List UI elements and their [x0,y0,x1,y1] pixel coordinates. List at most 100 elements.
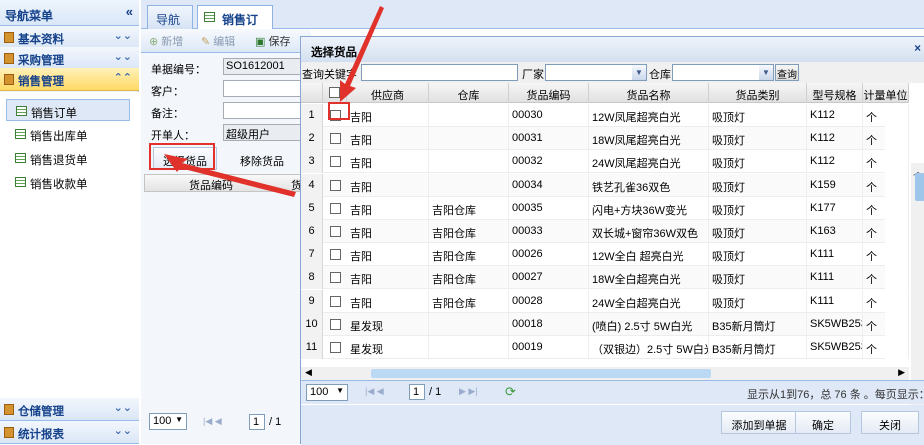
next-page-icon[interactable]: ▶ ▶| [459,386,478,397]
page-size-select[interactable]: 100 ▼ [306,384,348,401]
scroll-thumb[interactable] [915,173,924,201]
add-button[interactable]: ⊕ 新增 [149,33,183,49]
nav-section-purchase[interactable]: 采购管理 ⌄⌄ [0,47,139,70]
column-header[interactable]: 货品名称 [589,83,709,103]
first-page-icon[interactable]: |◀ ◀ [203,416,222,427]
vertical-scrollbar[interactable]: ︿﹀ [911,163,924,411]
table-row[interactable]: 9 吉阳 吉阳仓库 00028 24W全白超亮白光 吸顶灯 K111 个 [301,289,909,313]
row-checkbox[interactable] [330,272,341,284]
table-cell: 00019 [509,336,589,359]
column-header[interactable]: 型号规格 [807,83,863,103]
column-header[interactable]: 货品类别 [709,83,807,103]
column-header[interactable]: 计量单位 [863,83,909,103]
page-input[interactable]: 1 [409,384,425,400]
table-row[interactable]: 5 吉阳 吉阳仓库 00035 闪电+方块36W变光 吸顶灯 K177 个 [301,196,909,220]
table-row[interactable]: 11 星发现 00019（双银边）2.5寸 5W白光B35新月筒灯SK5WB2535… [301,336,909,359]
row-checkbox[interactable] [330,318,341,330]
table-cell: 吸顶灯 [709,220,807,243]
tab-sales-order[interactable]: 销售订单 × [197,5,273,44]
table-row[interactable]: 6 吉阳 吉阳仓库 00033 双长城+窗帘36W双色 吸顶灯 K163 个 [301,220,909,243]
table-icon [15,129,26,139]
collapse-section-icon[interactable]: ⌃⌃ [114,71,132,84]
add-to-order-button[interactable]: 添加到单据 [721,411,797,434]
row-checkbox[interactable] [330,179,341,191]
table-cell: 星发现 [347,312,429,336]
row-number: 9 [301,289,323,313]
row-checkbox[interactable] [330,133,341,145]
table-row[interactable]: 7 吉阳 吉阳仓库 00026 12W全白 超亮白光 吸顶灯 K111 个 [301,243,909,267]
table-cell: 吉阳 [347,173,429,197]
table-cell: 双长城+窗帘36W双色 [589,220,709,243]
row-checkbox[interactable] [330,249,341,261]
form-page-input[interactable]: 1 [249,414,265,430]
expand-icon[interactable]: ⌄⌄ [114,50,132,63]
table-cell: 吉阳 [347,127,429,151]
refresh-icon[interactable]: ⟳ [505,384,516,400]
table-row[interactable]: 10 星发现 00018(喷白) 2.5寸 5W白光B35新月筒灯SK5WB2535… [301,312,909,336]
note-field[interactable] [223,102,311,119]
horizontal-scrollbar[interactable]: ◀ ▶ [301,367,909,380]
nav-item-sales-order[interactable]: 销售订单 [6,99,130,121]
column-header[interactable]: 仓库 [429,83,509,103]
nav-section-basic[interactable]: 基本资料 ⌄⌄ [0,26,139,49]
scroll-thumb[interactable] [371,369,711,378]
dialog-close-icon[interactable]: × [914,43,921,55]
row-number: 11 [301,336,323,359]
table-cell: 12W全白 超亮白光 [589,243,709,267]
table-cell: 吉阳仓库 [429,266,509,290]
expand-icon[interactable]: ⌄⌄ [114,29,132,42]
opener-label: 开单人： [151,130,195,142]
nav-section-reports[interactable]: 统计报表 ⌄⌄ [0,421,139,444]
query-button[interactable]: 查询 [775,64,799,81]
warehouse-label: 仓库: [649,69,675,81]
folder-icon [4,404,14,415]
nav-item-sales-outbound[interactable]: 销售出库单 [6,123,130,145]
collapse-icon[interactable]: « [126,4,133,19]
select-goods-dialog: 选择货品 × 查询关键字 厂家: ▼ 仓库: ▼ 查询 供应商 仓库 货品编码 货… [300,36,924,445]
table-row[interactable]: 1 吉阳 00030 12W凤尾超亮白光 吸顶灯 K112 个 [301,104,909,127]
nav-section-sales[interactable]: 销售管理 ⌃⌃ [0,68,139,91]
table-row[interactable]: 3 吉阳 00032 24W凤尾超亮白光 吸顶灯 K112 个 [301,150,909,174]
nav-section-warehouse[interactable]: 仓储管理 ⌄⌄ [0,398,139,421]
chevron-down-icon[interactable]: ▼ [759,65,773,80]
first-page-icon[interactable]: |◀ ◀ [365,386,384,397]
opener-field[interactable]: 超级用户 [223,124,311,141]
nav-item-sales-receipt[interactable]: 销售收款单 [6,171,130,193]
expand-icon[interactable]: ⌄⌄ [114,401,132,414]
row-checkbox[interactable] [330,156,341,168]
save-button[interactable]: ▣ 保存 [255,33,290,49]
table-row[interactable]: 8 吉阳 吉阳仓库 00027 18W全白超亮白光 吸顶灯 K111 个 [301,266,909,290]
table-cell: 吉阳 [347,196,429,220]
table-cell [429,150,509,174]
table-cell: (喷白) 2.5寸 5W白光 [589,312,709,336]
table-row[interactable]: 4 吉阳 00034 铁艺孔雀36双色 吸顶灯 K159 个 [301,173,909,197]
row-checkbox[interactable] [330,295,341,307]
column-header[interactable]: 货品编码 [509,83,589,103]
table-cell: 吉阳 [347,150,429,174]
table-cell: 00018 [509,312,589,336]
customer-field[interactable] [223,80,311,97]
scroll-left-icon[interactable]: ◀ [305,367,312,378]
ok-button[interactable]: 确定 [795,411,851,434]
chevron-down-icon[interactable]: ▼ [632,65,646,80]
nav-item-sales-return[interactable]: 销售退货单 [6,147,130,169]
form-page-size-select[interactable]: 100 ▼ [149,413,187,430]
expand-icon[interactable]: ⌄⌄ [114,424,132,437]
tab-navigation-map[interactable]: 导航图 [147,5,193,44]
table-cell: 铁艺孔雀36双色 [589,173,709,197]
row-checkbox[interactable] [330,226,341,237]
table-cell: （双银边）2.5寸 5W白光 [589,336,709,359]
plus-icon: ⊕ [149,36,159,48]
table-icon [15,177,26,187]
row-checkbox[interactable] [330,342,341,353]
warehouse-select[interactable]: ▼ [672,64,774,81]
table-cell: 00034 [509,173,589,197]
edit-button[interactable]: ✎ 编辑 [201,33,235,49]
table-row[interactable]: 2 吉阳 00031 18W凤尾超亮白光 吸顶灯 K112 个 [301,127,909,151]
dialog-pager: 100 ▼ |◀ ◀ 1 / 1 ▶ ▶| ⟳ 显示从1到76，总 76 条 。每… [301,380,924,404]
scroll-right-icon[interactable]: ▶ [898,367,905,378]
order-no-field[interactable]: SO1612001 [223,58,311,75]
vendor-select[interactable]: ▼ [545,64,647,81]
row-checkbox[interactable] [330,202,341,214]
close-button[interactable]: 关闭 [861,411,919,434]
